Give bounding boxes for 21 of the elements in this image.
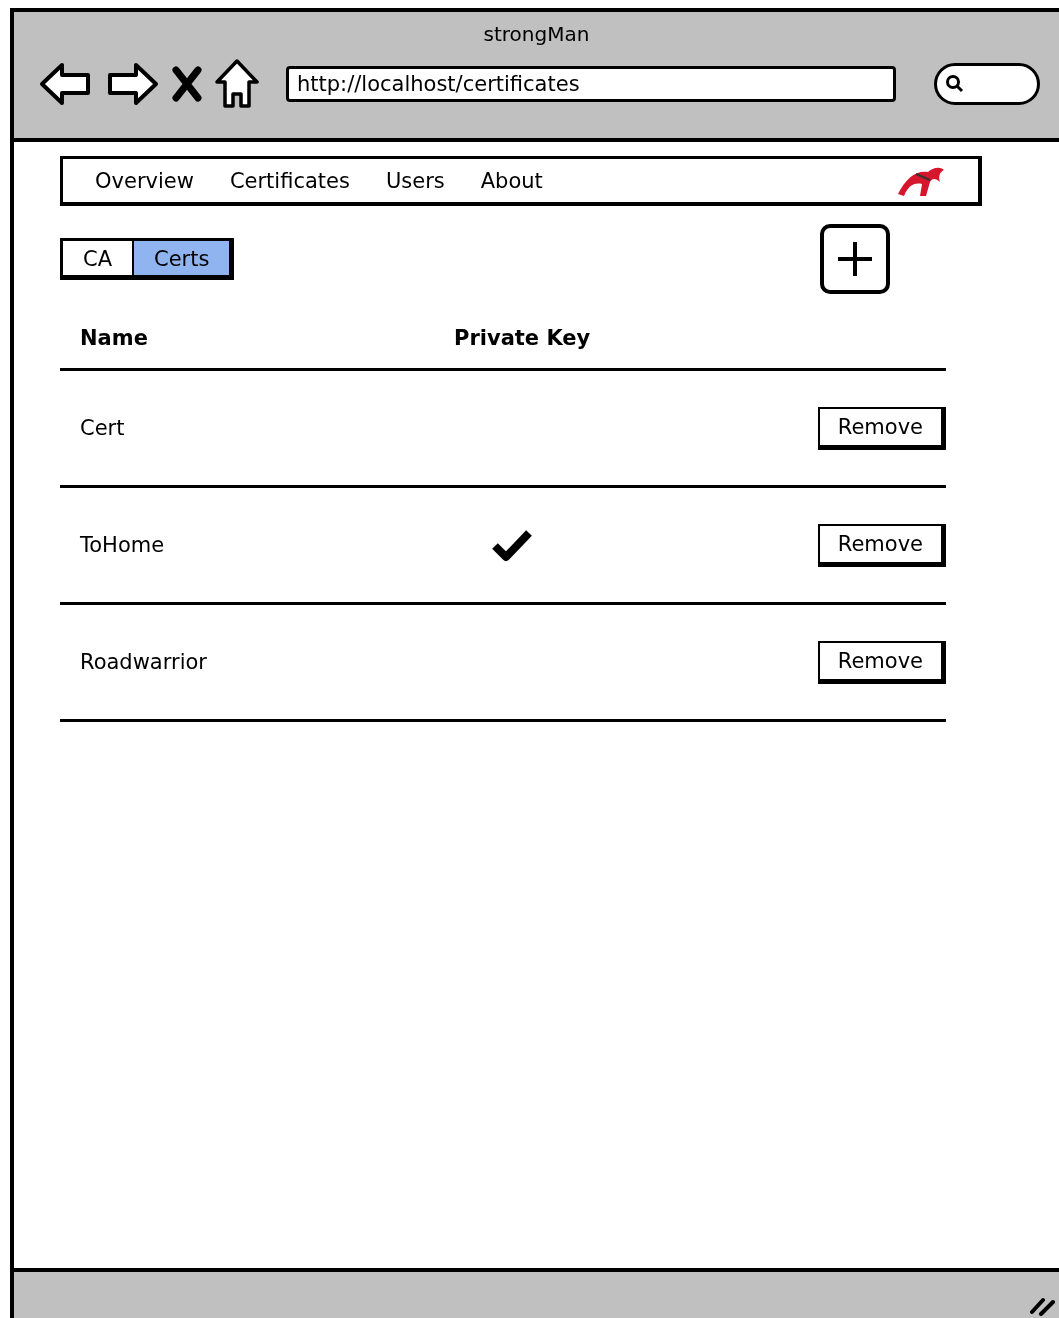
plus-icon [835,239,875,279]
window-title: strongMan [482,22,591,46]
column-header: Name [79,326,149,350]
table-cell-text: Cert [79,416,126,440]
table-cell-text: Roadwarrior [79,650,208,674]
remove-button[interactable]: Remove [817,523,946,567]
close-icon[interactable] [170,64,204,104]
add-button[interactable] [820,224,890,294]
remove-button[interactable]: Remove [817,406,946,450]
nav-link[interactable]: Certificates [229,168,350,193]
table-cell-text: ToHome [79,533,166,557]
nav-link[interactable]: About [480,168,543,193]
nav-link[interactable]: Overview [95,168,194,193]
remove-button[interactable]: Remove [817,640,946,684]
tab[interactable]: Certs [132,241,230,275]
column-header: Private Key [454,326,592,350]
nav-link[interactable]: Users [385,168,445,193]
address-field[interactable]: http://localhost/certificates [286,66,896,102]
search-icon [945,74,965,94]
search-field[interactable] [934,63,1040,105]
home-icon[interactable] [214,58,260,110]
